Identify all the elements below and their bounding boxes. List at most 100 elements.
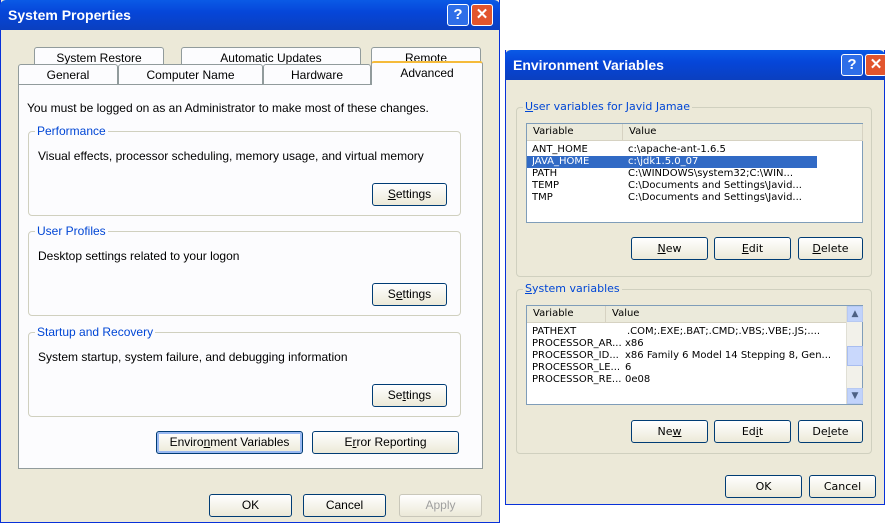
startup-recovery-settings-button[interactable]: Settings [372, 384, 447, 407]
label-pre: S [387, 287, 396, 301]
list-item[interactable]: PROCESSOR_RE... 0e08 [527, 374, 847, 386]
system-new-button[interactable]: New [631, 420, 708, 443]
list-item[interactable]: PATH C:\WINDOWS\system32;C:\WIN... [527, 168, 863, 180]
user-new-button[interactable]: New [631, 237, 708, 260]
performance-settings-button[interactable]: Settings [372, 183, 447, 206]
variable-name: PROCESSOR_AR... [532, 338, 622, 349]
variable-name: PROCESSOR_RE... [532, 374, 622, 385]
label-pre: Ed [741, 425, 756, 438]
label-rest: tings [405, 388, 432, 402]
label-accel: U [525, 100, 534, 113]
performance-description: Visual effects, processor scheduling, me… [38, 149, 424, 163]
user-profiles-settings-button[interactable]: Settings [372, 283, 447, 306]
error-reporting-button[interactable]: Error Reporting [312, 431, 459, 454]
column-header-value[interactable]: Value [606, 306, 847, 323]
system-variables-group: System variables Variable Value PATHEXT.… [516, 282, 872, 454]
user-edit-button[interactable]: Edit [714, 237, 791, 260]
label-accel: w [672, 425, 682, 438]
variable-value: C:\Documents and Settings\Javid... [628, 192, 802, 203]
list-item[interactable]: ANT_HOME c:\apache-ant-1.6.5 [527, 144, 807, 156]
label-rest: ror Reporting [356, 435, 427, 449]
variable-name: TMP [532, 192, 553, 203]
cancel-button[interactable]: Cancel [303, 494, 386, 517]
ok-button[interactable]: OK [725, 475, 802, 498]
startup-recovery-description: System startup, system failure, and debu… [38, 350, 348, 364]
list-item[interactable]: PROCESSOR_LE... 6 [527, 362, 847, 374]
startup-recovery-group: Startup and Recovery System startup, sys… [28, 325, 461, 417]
variable-name: PROCESSOR_LE... [532, 362, 621, 373]
label-accel: E [741, 242, 749, 255]
list-item[interactable]: PROCESSOR_AR... x86 [527, 338, 847, 350]
label-accel: D [812, 242, 821, 255]
label-accel: e [395, 287, 403, 301]
user-profiles-group-title: User Profiles [35, 224, 108, 238]
system-properties-window: System Properties ? ✕ System Restore Aut… [0, 0, 500, 523]
admin-note: You must be logged on as an Administrato… [27, 101, 429, 115]
variable-name: PROCESSOR_ID... [532, 350, 619, 361]
environment-variables-window: Environment Variables ? ✕ User variables… [505, 50, 885, 505]
close-icon[interactable]: ✕ [471, 4, 493, 26]
help-icon[interactable]: ? [447, 4, 469, 26]
user-variables-list[interactable]: Variable Value ANT_HOME c:\apache-ant-1.6… [526, 123, 863, 223]
tab-general[interactable]: General [18, 64, 118, 85]
close-icon[interactable]: ✕ [865, 54, 885, 76]
variable-value: c:\jdk1.5.0_07 [628, 156, 699, 167]
label-rest: t [758, 425, 764, 438]
tab-computer-name[interactable]: Computer Name [118, 64, 263, 85]
user-variables-group-title: User variables for Javid Jamae [523, 100, 693, 113]
label-rest: ment Variables [210, 435, 290, 449]
system-delete-button[interactable]: Delete [798, 420, 863, 443]
system-properties-titlebar[interactable]: System Properties ? ✕ [0, 0, 500, 30]
variable-value: 0e08 [625, 374, 651, 385]
ok-button[interactable]: OK [209, 494, 292, 517]
variable-value: C:\WINDOWS\system32;C:\WIN... [628, 168, 794, 179]
system-edit-button[interactable]: Edit [714, 420, 791, 443]
column-header-variable[interactable]: Variable [527, 306, 606, 323]
label-accel: S [387, 187, 396, 201]
variable-value: .COM;.EXE;.BAT;.CMD;.VBS;.VBE;.JS;.... [627, 326, 821, 337]
variable-value: 6 [625, 362, 632, 373]
list-item[interactable]: TMP C:\Documents and Settings\Javid... [527, 192, 863, 204]
user-profiles-group: User Profiles Desktop settings related t… [28, 224, 461, 316]
variable-name: JAVA_HOME [532, 156, 590, 167]
list-item[interactable]: TEMP C:\Documents and Settings\Javid... [527, 180, 863, 192]
apply-button[interactable]: Apply [399, 494, 482, 517]
scrollbar[interactable]: ▲ ▼ [846, 306, 863, 404]
help-icon[interactable]: ? [841, 54, 863, 76]
tab-advanced[interactable]: Advanced [371, 61, 483, 85]
column-header-variable[interactable]: Variable [527, 124, 623, 141]
label-rest: elete [820, 242, 849, 255]
column-header-value[interactable]: Value [623, 124, 863, 141]
variable-name: ANT_HOME [532, 144, 588, 155]
label-rest: ew [665, 242, 682, 255]
label-pre: Ne [657, 425, 673, 438]
tab-hardware[interactable]: Hardware [263, 64, 371, 85]
label-pre: Enviro [169, 435, 204, 449]
performance-group: Performance Visual effects, processor sc… [28, 124, 461, 216]
window-title: System Properties [8, 7, 131, 23]
advanced-tab-panel: You must be logged on as an Administrato… [18, 84, 483, 469]
label-rest: ser variables for Javid Jamae [533, 100, 691, 113]
environment-variables-button[interactable]: Environment Variables [156, 431, 303, 454]
scroll-up-icon[interactable]: ▲ [847, 306, 863, 322]
list-item[interactable]: PROCESSOR_ID... x86 Family 6 Model 14 Ste… [527, 350, 847, 362]
user-variables-group: User variables for Javid Jamae Variable … [516, 100, 872, 277]
cancel-button[interactable]: Cancel [809, 475, 876, 498]
label-accel: N [657, 242, 666, 255]
label-pre: De [812, 425, 828, 438]
user-delete-button[interactable]: Delete [798, 237, 863, 260]
scroll-thumb[interactable] [847, 346, 863, 366]
user-profiles-description: Desktop settings related to your logon [38, 249, 240, 263]
list-item[interactable]: PATHEXT .COM;.EXE;.BAT;.CMD;.VBS;.VBE;.JS… [527, 326, 847, 338]
variable-name: PATHEXT [532, 326, 577, 337]
label-accel: S [525, 282, 532, 295]
label-rest: ttings [402, 287, 432, 301]
window-title: Environment Variables [513, 57, 664, 73]
system-variables-group-title: System variables [523, 282, 622, 295]
environment-variables-titlebar[interactable]: Environment Variables ? ✕ [505, 50, 885, 80]
system-variables-list[interactable]: Variable Value PATHEXT .COM;.EXE;.BAT;.CM… [526, 305, 863, 405]
variable-value: x86 Family 6 Model 14 Stepping 8, Gen... [625, 350, 832, 361]
list-item-selected[interactable]: JAVA_HOME c:\jdk1.5.0_07 [527, 156, 817, 168]
startup-recovery-group-title: Startup and Recovery [35, 325, 156, 339]
scroll-down-icon[interactable]: ▼ [847, 388, 863, 404]
